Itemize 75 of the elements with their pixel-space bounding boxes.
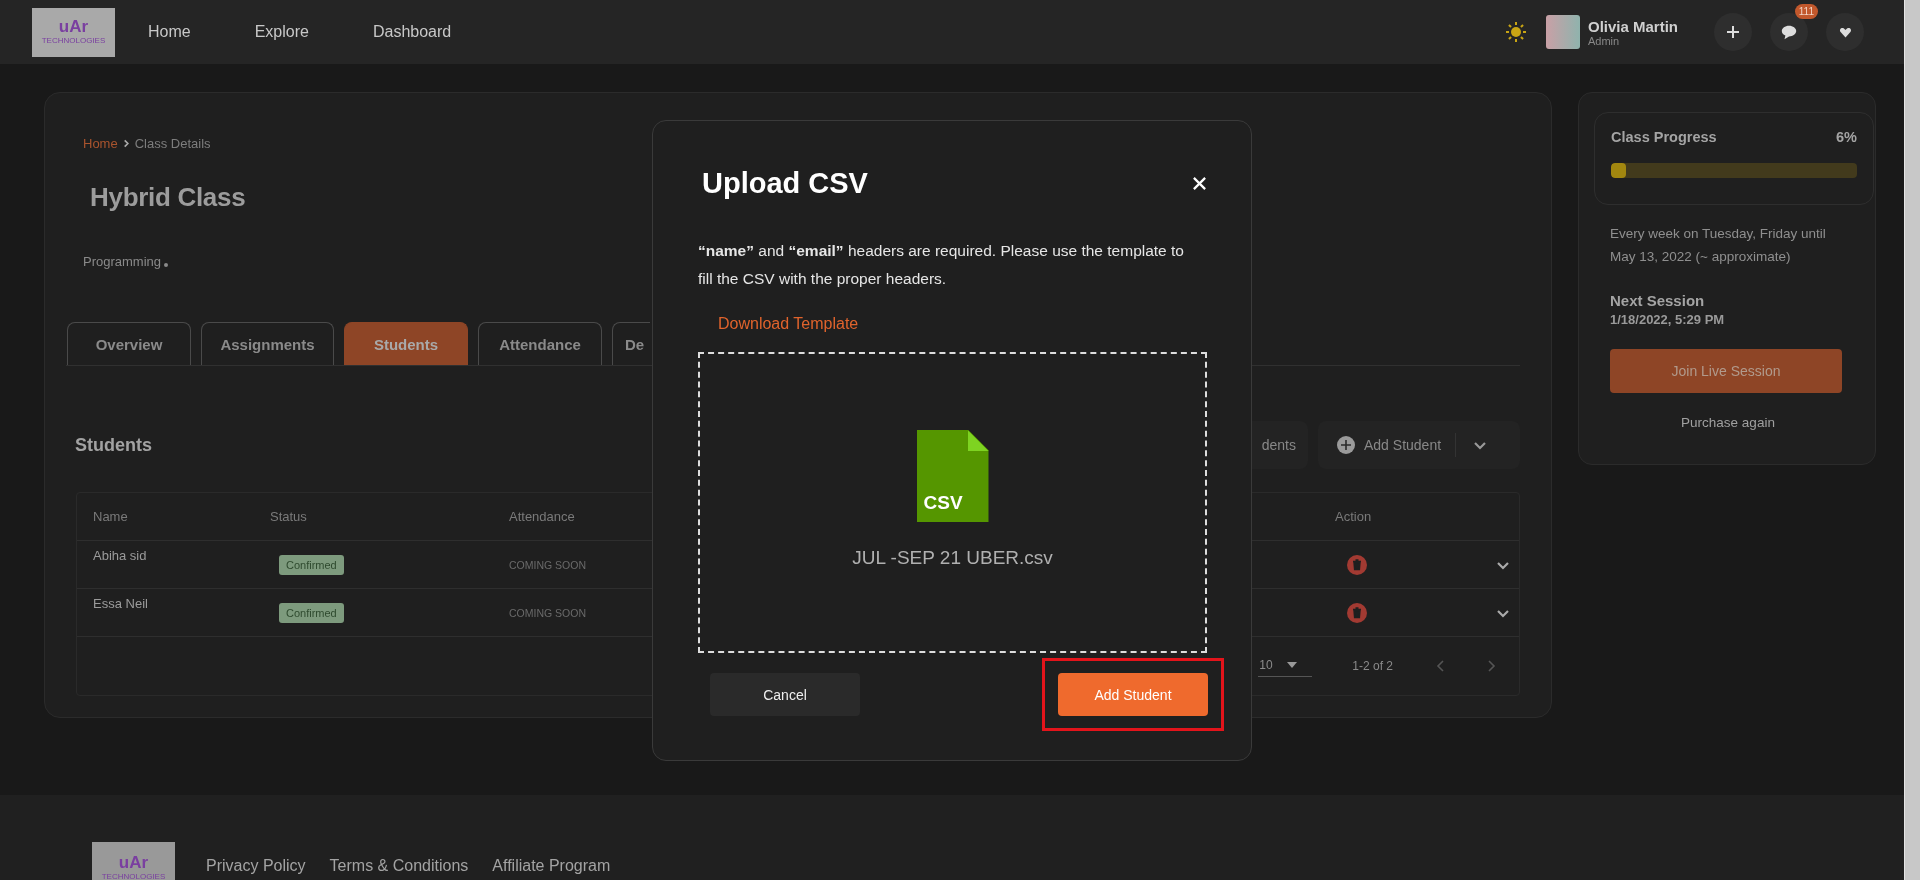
add-button[interactable] xyxy=(1714,13,1752,51)
heart-icon xyxy=(1838,25,1852,39)
trash-icon xyxy=(1347,602,1367,623)
table-cell: COMING SOON xyxy=(509,606,586,619)
column-header: Name xyxy=(93,509,128,524)
tab[interactable]: De xyxy=(612,322,650,365)
messages-button[interactable] xyxy=(1770,13,1808,51)
table-cell-text: Essa Neil xyxy=(93,595,148,611)
purchase-link[interactable]: Purchase again xyxy=(1610,415,1846,430)
import-button[interactable]: dents xyxy=(1252,421,1308,469)
file-drop-zone[interactable]: CSV JUL -SEP 21 UBER.csv xyxy=(698,352,1207,653)
user-name: Olivia Martin xyxy=(1587,17,1678,35)
footer-link[interactable]: Affiliate Program xyxy=(492,857,611,875)
trash-icon xyxy=(1347,554,1367,575)
chat-icon xyxy=(1780,23,1798,41)
column-header: Attendance xyxy=(509,509,575,524)
page-range: 1-2 of 2 xyxy=(1352,659,1393,673)
tab[interactable]: Students xyxy=(344,322,468,365)
nav-link[interactable]: Explore xyxy=(254,23,309,41)
plus-circle-icon xyxy=(1336,435,1356,455)
cancel-button[interactable]: Cancel xyxy=(710,673,860,716)
breadcrumb-current: Class Details xyxy=(134,135,211,151)
table-cell-text: Abiha sid xyxy=(93,547,147,563)
tab[interactable]: Overview xyxy=(67,322,191,365)
sun-icon[interactable] xyxy=(1503,20,1528,44)
avatar xyxy=(1545,15,1580,49)
chevron-left-icon xyxy=(1435,660,1447,672)
logo-caption: TECHNOLOGIES xyxy=(101,872,166,880)
class-category: Programming xyxy=(83,254,162,269)
next-session-time: 1/18/2022, 5:29 PM xyxy=(1610,312,1726,327)
user-role: Admin xyxy=(1587,34,1621,47)
delete-button[interactable] xyxy=(1347,602,1367,623)
caret-down-icon xyxy=(1286,661,1297,668)
logo-mark: uAr xyxy=(118,854,149,872)
tab[interactable]: Attendance xyxy=(478,322,602,365)
logo-caption: TECHNOLOGIES xyxy=(41,36,106,46)
breadcrumb-link[interactable]: Home xyxy=(83,135,118,151)
column-header: Status xyxy=(270,509,307,524)
column-header: Action xyxy=(1335,509,1372,524)
progress-title: Class Progress xyxy=(1611,129,1717,145)
file-type-label: CSV xyxy=(923,492,963,514)
footer-link[interactable]: Privacy Policy xyxy=(206,857,306,875)
status-badge: Confirmed xyxy=(279,602,344,623)
button-label: Add Student xyxy=(1364,437,1442,453)
file-name: JUL -SEP 21 UBER.csv xyxy=(852,547,1053,569)
plus-icon xyxy=(1725,24,1741,40)
status-badge: Confirmed xyxy=(279,554,344,575)
notification-badge: 111 xyxy=(1794,4,1818,19)
modal-title: Upload CSV xyxy=(702,167,868,200)
tab[interactable]: Assignments xyxy=(201,322,334,365)
progress-percent: 6% xyxy=(1836,129,1857,145)
section-heading: Students xyxy=(75,434,152,456)
table-cell: COMING SOON xyxy=(509,558,586,571)
close-button[interactable] xyxy=(1192,176,1207,191)
footer-link[interactable]: Terms & Conditions xyxy=(329,857,469,875)
nav-link[interactable]: Home xyxy=(148,23,191,41)
join-session-button[interactable]: Join Live Session xyxy=(1610,349,1842,393)
schedule-text: Every week on Tuesday, Friday until May 13, 2022 (~ approximate) xyxy=(1610,225,1827,266)
add-student-button[interactable]: Add Student xyxy=(1318,421,1520,469)
favorites-button[interactable] xyxy=(1826,13,1864,51)
delete-button[interactable] xyxy=(1347,554,1367,575)
logo-mark: uAr xyxy=(58,18,89,36)
nav-link[interactable]: Dashboard xyxy=(372,23,452,41)
download-template-link[interactable]: Download Template xyxy=(718,315,859,333)
next-session-label: Next Session xyxy=(1610,292,1706,309)
class-title: Hybrid Class xyxy=(90,182,246,213)
instructions-text: “name” and “email” headers are required. Please use the template to fill the CSV with the proper headers. xyxy=(698,241,1185,289)
add-student-button[interactable]: Add Student xyxy=(1058,673,1208,716)
logo[interactable]: uAr TECHNOLOGIES xyxy=(32,7,115,57)
logo[interactable]: uAr TECHNOLOGIES xyxy=(92,842,175,880)
dot-icon xyxy=(164,262,169,267)
rows-per-page-select[interactable]: 10 xyxy=(1258,655,1313,677)
chevron-right-icon xyxy=(1485,660,1497,672)
scrollbar[interactable] xyxy=(1904,0,1920,880)
close-icon xyxy=(1192,176,1207,191)
